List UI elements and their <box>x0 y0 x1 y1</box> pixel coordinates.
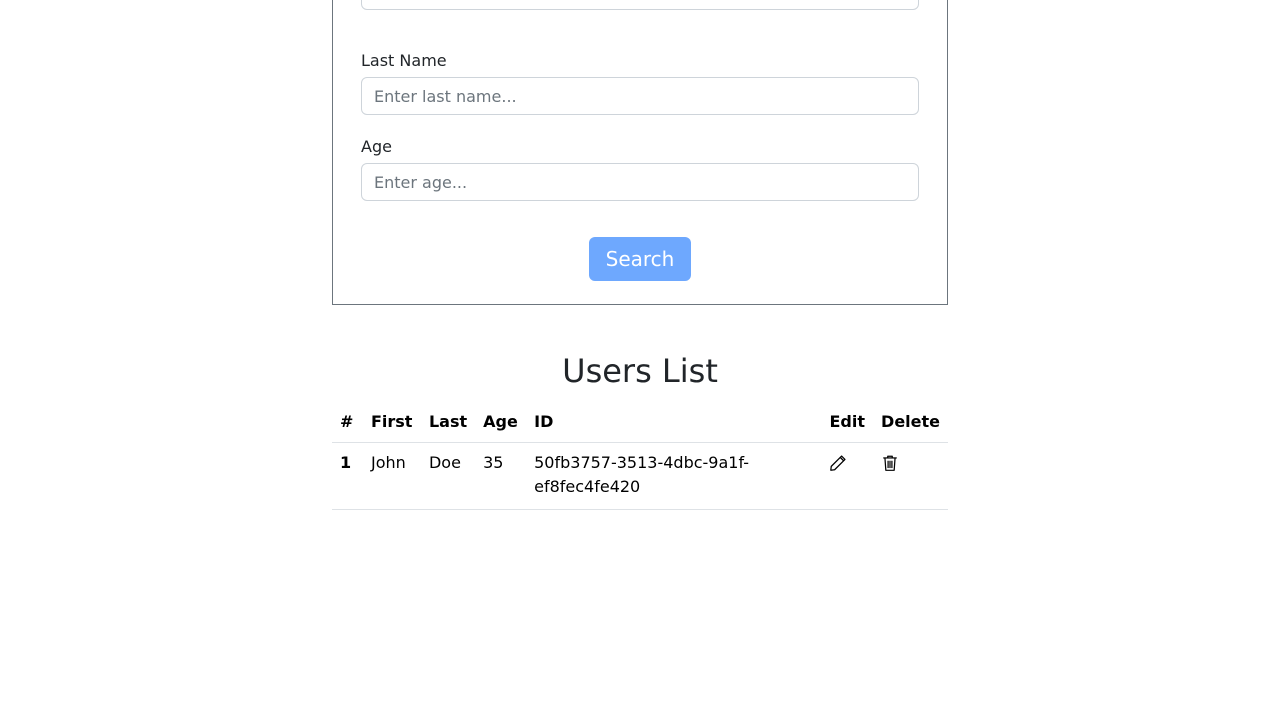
cell-id: 50fb3757-3513-4dbc-9a1f-ef8fec4fe420 <box>526 442 822 510</box>
users-table: # First Last Age ID Edit Delete 1 John D… <box>332 401 948 510</box>
cell-age: 35 <box>475 442 527 510</box>
cell-first-name: John <box>362 442 421 510</box>
column-header-first: First <box>362 401 421 443</box>
column-header-delete: Delete <box>873 401 948 443</box>
search-button[interactable]: Search <box>589 237 691 281</box>
cell-last-name: Doe <box>420 442 476 510</box>
cell-delete <box>873 442 948 510</box>
search-form-card: Last Name Age Search <box>332 0 948 305</box>
pencil-icon[interactable] <box>829 454 847 472</box>
column-header-number: # <box>332 401 363 443</box>
column-header-id: ID <box>526 401 822 443</box>
column-header-edit: Edit <box>821 401 874 443</box>
page: Last Name Age Search Users List # First … <box>0 0 1280 720</box>
first-name-input[interactable] <box>361 0 919 10</box>
age-input[interactable] <box>361 163 919 201</box>
trash-icon[interactable] <box>881 454 899 472</box>
column-header-age: Age <box>475 401 527 443</box>
table-row: 1 John Doe 35 50fb3757-3513-4dbc-9a1f-ef… <box>332 442 948 510</box>
row-number: 1 <box>332 442 363 510</box>
table-header-row: # First Last Age ID Edit Delete <box>332 401 948 443</box>
age-label: Age <box>361 137 392 156</box>
last-name-label: Last Name <box>361 51 447 70</box>
column-header-last: Last <box>420 401 476 443</box>
cell-edit <box>821 442 874 510</box>
users-list-title: Users List <box>562 352 718 390</box>
last-name-input[interactable] <box>361 77 919 115</box>
